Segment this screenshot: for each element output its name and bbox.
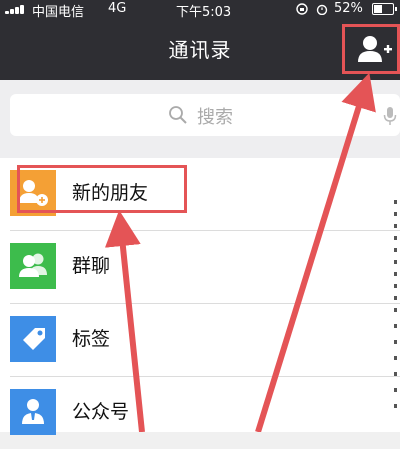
- list-item-label: 群聊: [72, 255, 111, 277]
- search-input[interactable]: 搜索: [10, 94, 400, 136]
- list-item-label: 公众号: [72, 401, 130, 423]
- list-item-official-accounts[interactable]: 公众号: [0, 377, 400, 449]
- annotation-box-new-friends: [17, 165, 187, 213]
- alarm-icon: [316, 4, 328, 15]
- page-title: 通讯录: [168, 38, 232, 62]
- annotation-box-add-contact: [342, 24, 400, 74]
- orientation-lock-icon: [296, 3, 308, 15]
- signal-icon: [5, 5, 29, 14]
- tag-icon: [10, 316, 56, 362]
- battery-icon: [372, 3, 397, 15]
- official-account-icon: [10, 389, 56, 435]
- list-item-tags[interactable]: 标签: [0, 304, 400, 376]
- list-item-group-chats[interactable]: 群聊: [0, 231, 400, 303]
- alphabet-index[interactable]: [392, 200, 400, 420]
- search-icon: [169, 106, 187, 124]
- status-bar: 中国电信 4G 下午5:03 52%: [0, 0, 400, 20]
- group-chat-icon: [10, 243, 56, 289]
- search-placeholder: 搜索: [197, 107, 233, 128]
- battery-percent: 52%: [334, 1, 363, 16]
- network-label: 4G: [108, 1, 127, 16]
- list-item-label: 标签: [72, 328, 111, 350]
- nav-bar: 通讯录: [0, 18, 400, 80]
- search-area: 搜索: [0, 80, 400, 158]
- microphone-icon[interactable]: [382, 106, 398, 126]
